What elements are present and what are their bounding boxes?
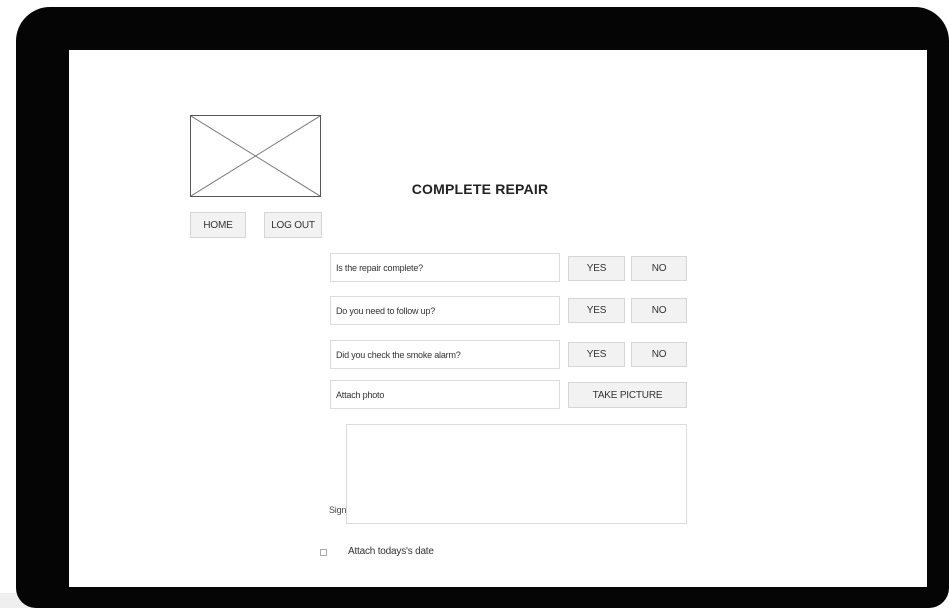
question-smoke-alarm: Did you check the smoke alarm?	[330, 340, 560, 369]
attach-photo-field: Attach photo	[330, 380, 560, 409]
smoke-alarm-yes-button[interactable]: YES	[568, 342, 625, 367]
attach-date-label: Attach todays's date	[348, 546, 434, 557]
logout-button[interactable]: LOG OUT	[264, 212, 322, 238]
follow-up-no-button[interactable]: NO	[631, 298, 687, 323]
take-picture-button[interactable]: TAKE PICTURE	[568, 382, 687, 408]
logo-image-placeholder	[190, 115, 321, 197]
home-button[interactable]: HOME	[190, 212, 246, 238]
repair-complete-no-button[interactable]: NO	[631, 256, 687, 281]
question-repair-complete: Is the repair complete?	[330, 253, 560, 282]
image-placeholder-icon	[191, 116, 320, 196]
signature-pad[interactable]	[346, 424, 687, 524]
page-title: COMPLETE REPAIR	[411, 181, 549, 197]
repair-complete-yes-button[interactable]: YES	[568, 256, 625, 281]
question-follow-up: Do you need to follow up?	[330, 296, 560, 325]
smoke-alarm-no-button[interactable]: NO	[631, 342, 687, 367]
attach-date-checkbox[interactable]	[320, 549, 327, 556]
follow-up-yes-button[interactable]: YES	[568, 298, 625, 323]
